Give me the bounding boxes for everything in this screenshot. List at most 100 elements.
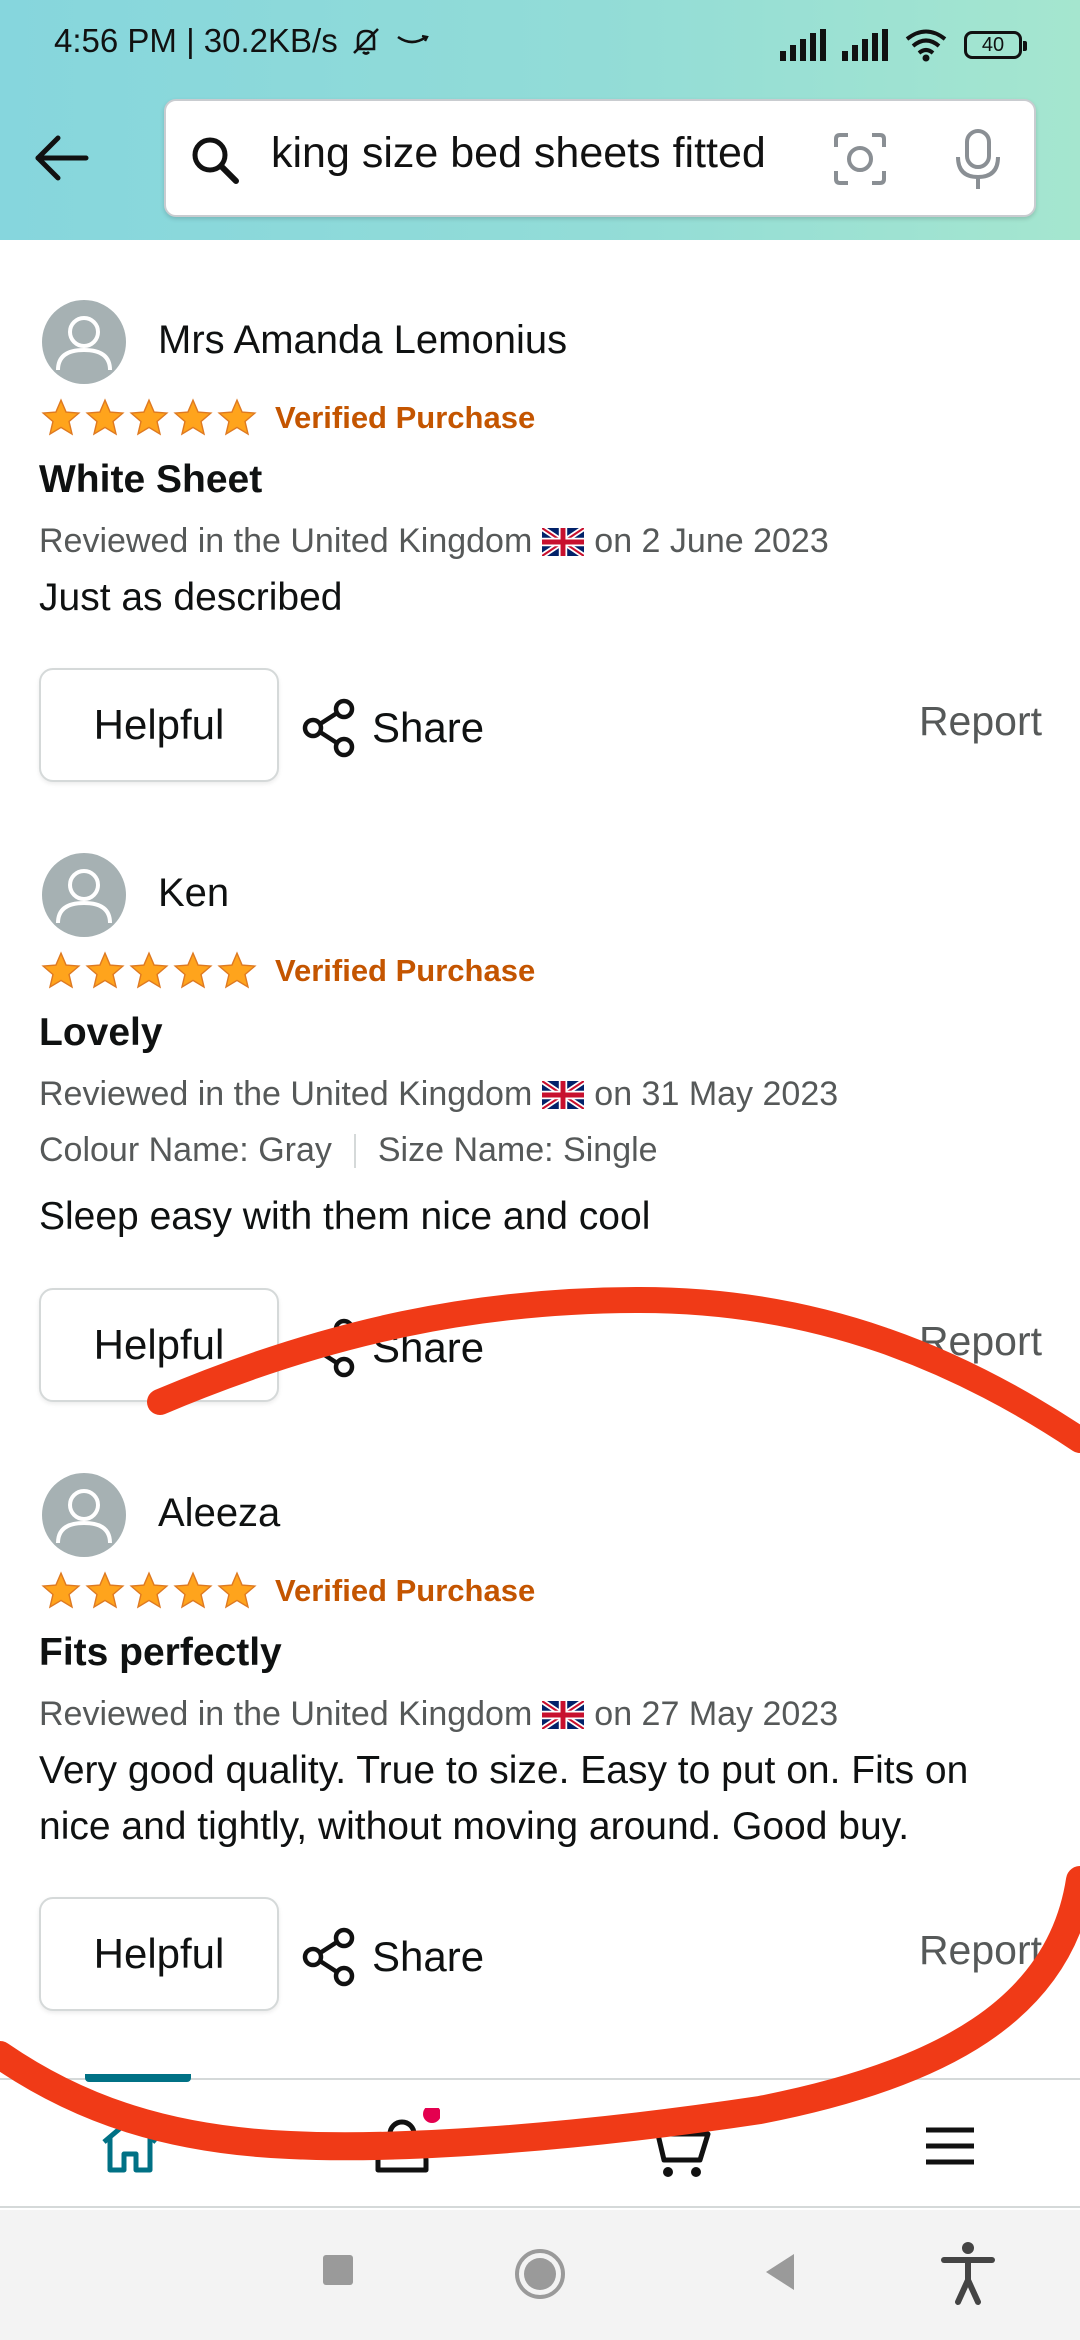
helpful-button[interactable]: Helpful: [39, 1288, 279, 1402]
reviewer-name[interactable]: Ken: [158, 871, 229, 916]
nav-cart[interactable]: [640, 2108, 716, 2184]
back-triangle-icon: [766, 2254, 794, 2290]
review-body: Just as described: [39, 576, 343, 619]
report-link[interactable]: Report: [919, 1318, 1042, 1365]
avatar: [42, 853, 126, 937]
status-right: 40: [780, 28, 1027, 62]
review-date: on 27 May 2023: [594, 1695, 839, 1733]
camera-scan-icon[interactable]: [828, 127, 892, 191]
review-header: Aleeza: [42, 1473, 942, 1561]
nav-home[interactable]: [92, 2108, 168, 2184]
variant-divider: [353, 1133, 356, 1168]
share-button[interactable]: Share: [300, 698, 484, 758]
review-date: on 2 June 2023: [594, 522, 829, 560]
uk-flag-icon: [542, 1700, 585, 1729]
avatar: [42, 1473, 126, 1557]
nav-account[interactable]: [364, 2105, 441, 2184]
accessibility-button[interactable]: [940, 2240, 996, 2311]
review-actions: Helpful Share Report: [0, 668, 1080, 784]
star-rating: Verified Purchase: [39, 1569, 535, 1613]
uk-flag-icon: [542, 527, 585, 556]
review-meta: Reviewed in the United Kingdom on 31 May…: [39, 1075, 838, 1114]
helpful-button[interactable]: Helpful: [39, 1897, 279, 2011]
report-link[interactable]: Report: [919, 1927, 1042, 1974]
star-icon: [173, 1571, 213, 1609]
accessibility-icon: [941, 2242, 995, 2305]
star-icon: [41, 1571, 81, 1609]
star-icon: [129, 951, 169, 989]
recents-button[interactable]: [318, 2250, 358, 2295]
share-button[interactable]: Share: [300, 1318, 484, 1378]
nav-active-indicator: [85, 2074, 191, 2082]
menu-icon: [926, 2127, 974, 2165]
star-icon: [85, 951, 125, 989]
review-location: Reviewed in the United Kingdom: [39, 1075, 533, 1113]
review-header: Mrs Amanda Lemonius: [42, 300, 942, 388]
review-actions: Helpful Share Report: [0, 1897, 1080, 2013]
review-location: Reviewed in the United Kingdom: [39, 1695, 533, 1733]
share-button[interactable]: Share: [300, 1927, 484, 1987]
review-location: Reviewed in the United Kingdom: [39, 522, 533, 560]
verified-purchase-badge: Verified Purchase: [275, 400, 536, 435]
review-title: Lovely: [39, 1011, 163, 1054]
user-icon: [56, 869, 112, 924]
amazon-smile-icon: [396, 34, 429, 44]
star-icon: [217, 951, 257, 989]
star-icon: [85, 398, 125, 436]
review-actions: Helpful Share Report: [0, 1288, 1080, 1404]
bell-muted-icon: [352, 28, 379, 55]
star-icon: [41, 398, 81, 436]
app-header: 4:56 PM | 30.2KB/s 40 king size bed shee…: [0, 0, 1080, 240]
search-icon: [192, 137, 239, 184]
review-meta: Reviewed in the United Kingdom on 2 June…: [39, 522, 829, 561]
share-icon: [302, 1318, 355, 1378]
cart-icon: [646, 2123, 711, 2177]
review-header: Ken: [42, 853, 942, 941]
star-icon: [173, 951, 213, 989]
review-date: on 31 May 2023: [594, 1075, 839, 1113]
colour-name: Colour Name: Gray: [39, 1131, 332, 1169]
verified-purchase-badge: Verified Purchase: [275, 1573, 536, 1608]
star-icon: [85, 1571, 125, 1609]
wifi-icon: [905, 29, 947, 62]
home-system-button[interactable]: [512, 2246, 568, 2307]
nav-menu[interactable]: [912, 2108, 988, 2184]
review-body: Very good quality. True to size. Easy to…: [39, 1749, 969, 1848]
user-icon: [56, 316, 112, 371]
verified-purchase-badge: Verified Purchase: [275, 953, 536, 988]
system-nav-bar: [0, 2210, 1080, 2340]
review-title: Fits perfectly: [39, 1631, 282, 1674]
share-label: Share: [372, 1933, 485, 1980]
size-name: Size Name: Single: [377, 1131, 658, 1169]
home-button-icon: [515, 2249, 565, 2299]
recents-icon: [323, 2255, 353, 2285]
uk-flag-icon: [542, 1080, 585, 1109]
search-bar[interactable]: king size bed sheets fitted: [164, 99, 1036, 217]
microphone-icon[interactable]: [948, 125, 1008, 193]
home-icon: [102, 2117, 158, 2173]
avatar: [42, 300, 126, 384]
battery-icon: 40: [964, 31, 1027, 59]
search-input[interactable]: king size bed sheets fitted: [271, 129, 766, 178]
reviewer-name[interactable]: Mrs Amanda Lemonius: [158, 318, 567, 363]
battery-level: 40: [981, 33, 1005, 56]
status-time: 4:56 PM | 30.2KB/s: [54, 22, 338, 59]
report-link[interactable]: Report: [919, 698, 1042, 745]
share-icon: [302, 698, 355, 758]
back-system-button[interactable]: [760, 2250, 800, 2299]
star-rating: Verified Purchase: [39, 396, 535, 440]
star-icon: [129, 1571, 169, 1609]
signal-icon: [780, 29, 826, 61]
reviewer-name[interactable]: Aleeza: [158, 1491, 280, 1536]
review-card: Mrs Amanda Lemonius Verified Purchase Wh…: [0, 300, 1080, 800]
star-icon: [41, 951, 81, 989]
bottom-nav: [0, 2074, 1080, 2208]
signal-icon-2: [842, 29, 888, 61]
back-button[interactable]: [30, 126, 94, 190]
star-icon: [129, 398, 169, 436]
status-bar: 4:56 PM | 30.2KB/s 40: [0, 0, 1080, 95]
review-variant: Colour Name: Gray Size Name: Single: [39, 1131, 658, 1170]
helpful-button[interactable]: Helpful: [39, 668, 279, 782]
status-left: 4:56 PM | 30.2KB/s: [54, 22, 430, 60]
star-rating: Verified Purchase: [39, 949, 535, 993]
